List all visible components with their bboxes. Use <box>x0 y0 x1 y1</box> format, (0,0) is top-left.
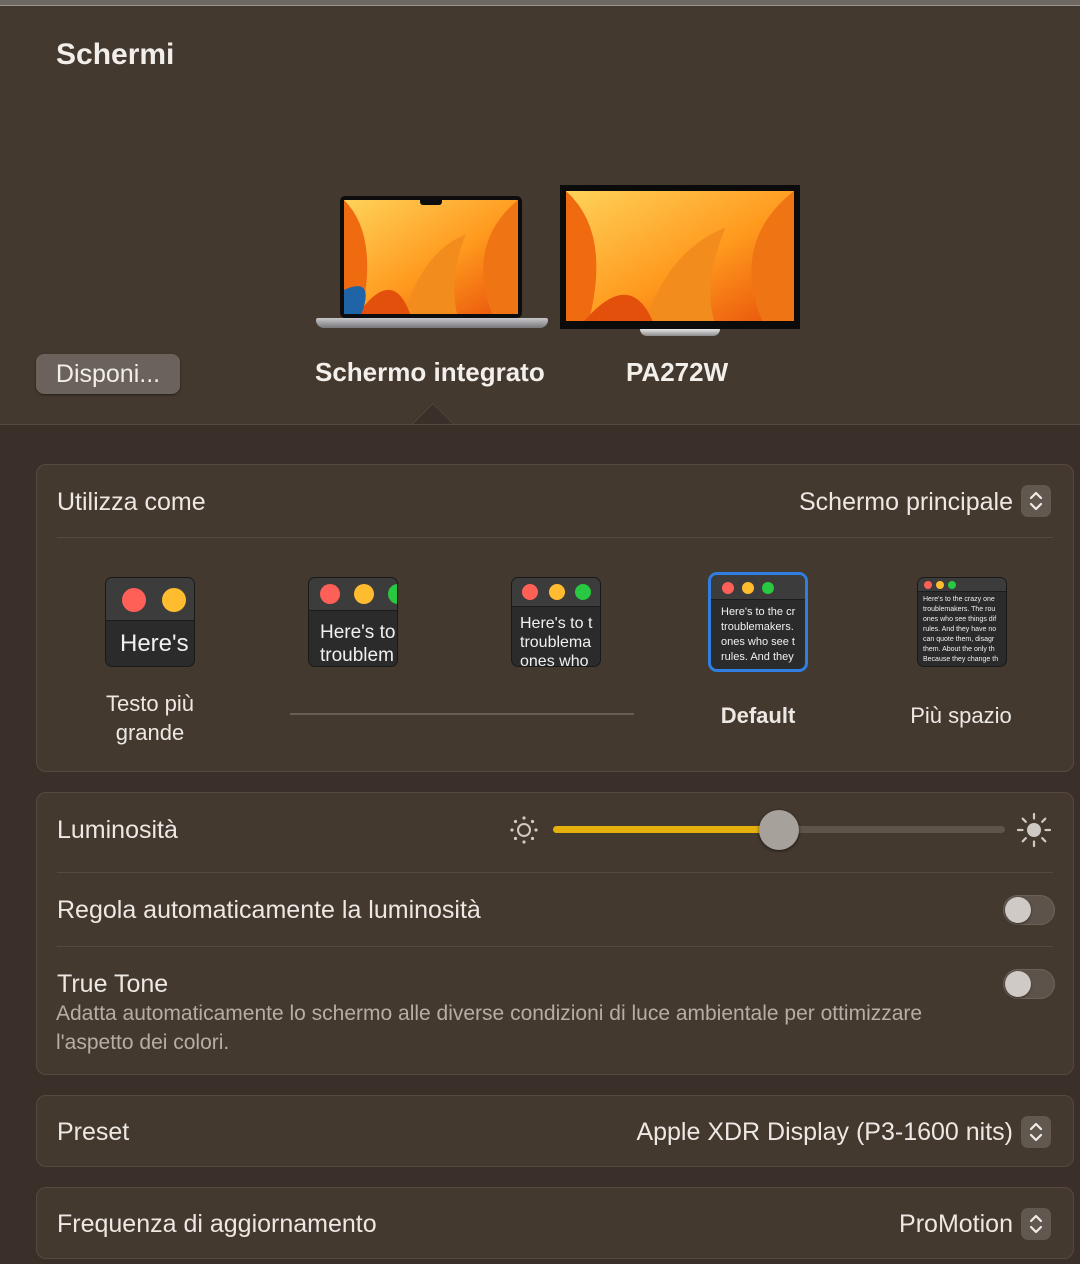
preview-text: Here's to t troublema ones who <box>520 615 593 666</box>
resolution-option-larger-text[interactable]: Here's <box>106 578 194 666</box>
refresh-rate-value[interactable]: ProMotion <box>899 1210 1013 1239</box>
display-thumbnail-integrated[interactable] <box>316 196 548 336</box>
refresh-rate-label: Frequenza di aggiornamento <box>57 1210 377 1238</box>
divider <box>57 946 1053 947</box>
page-title: Schermi <box>56 38 175 71</box>
wallpaper-preview <box>566 191 794 321</box>
brightness-low-icon <box>508 814 540 846</box>
laptop-notch <box>420 200 442 205</box>
preset-label: Preset <box>57 1118 130 1146</box>
toggle-knob <box>1005 971 1031 997</box>
display-name-integrated[interactable]: Schermo integrato <box>315 357 545 388</box>
laptop-screen <box>340 196 522 318</box>
display-thumbnail-pa272w[interactable] <box>560 185 800 337</box>
auto-brightness-label: Regola automaticamente la luminosità <box>57 896 481 924</box>
true-tone-description: Adatta automaticamente lo schermo alle d… <box>56 1002 923 1054</box>
preset-card: Preset Apple XDR Display (P3-1600 nits) <box>36 1095 1074 1167</box>
selection-pointer <box>413 404 453 424</box>
arrange-button[interactable]: Disponi... <box>36 354 180 394</box>
refresh-rate-stepper-icon[interactable] <box>1021 1208 1051 1240</box>
resolution-option-2[interactable]: Here's to troublem <box>309 578 397 666</box>
resolution-label-larger-text: Testo più grande <box>105 691 195 745</box>
resolution-label-default: Default <box>720 703 796 728</box>
preview-text: Here's to the crazy one troublemakers. T… <box>923 596 999 663</box>
use-as-label: Utilizza come <box>57 488 206 516</box>
true-tone-toggle[interactable] <box>1003 969 1055 999</box>
auto-brightness-toggle[interactable] <box>1003 895 1055 925</box>
preset-stepper-icon[interactable] <box>1021 1116 1051 1148</box>
monitor-screen <box>560 185 800 329</box>
brightness-high-icon <box>1016 812 1052 848</box>
resolution-label-more-space: Più spazio <box>910 703 1012 728</box>
brightness-label: Luminosità <box>57 816 178 844</box>
use-as-value[interactable]: Schermo principale <box>799 488 1013 517</box>
preview-text: Here's <box>120 630 189 657</box>
resolution-scale-line <box>290 713 634 715</box>
divider <box>57 537 1053 538</box>
toggle-knob <box>1005 897 1031 923</box>
true-tone-label: True Tone <box>57 970 169 998</box>
use-as-stepper-icon[interactable] <box>1021 485 1051 517</box>
resolution-option-default[interactable]: Here's to the cr troublemakers. ones who… <box>711 575 805 669</box>
resolution-option-3[interactable]: Here's to t troublema ones who <box>512 578 600 666</box>
wallpaper-preview <box>344 200 518 314</box>
refresh-rate-card: Frequenza di aggiornamento ProMotion <box>36 1187 1074 1259</box>
preset-value[interactable]: Apple XDR Display (P3-1600 nits) <box>636 1118 1013 1147</box>
laptop-base <box>316 318 548 328</box>
divider <box>57 872 1053 873</box>
preview-text: Here's to the cr troublemakers. ones who… <box>721 606 796 663</box>
brightness-slider-fill <box>553 826 779 833</box>
brightness-slider-knob[interactable] <box>759 810 799 850</box>
monitor-stand <box>640 329 720 336</box>
preview-text: Here's to troublem <box>320 622 396 666</box>
resolution-option-more-space[interactable]: Here's to the crazy one troublemakers. T… <box>918 578 1006 666</box>
display-name-pa272w[interactable]: PA272W <box>626 357 728 388</box>
